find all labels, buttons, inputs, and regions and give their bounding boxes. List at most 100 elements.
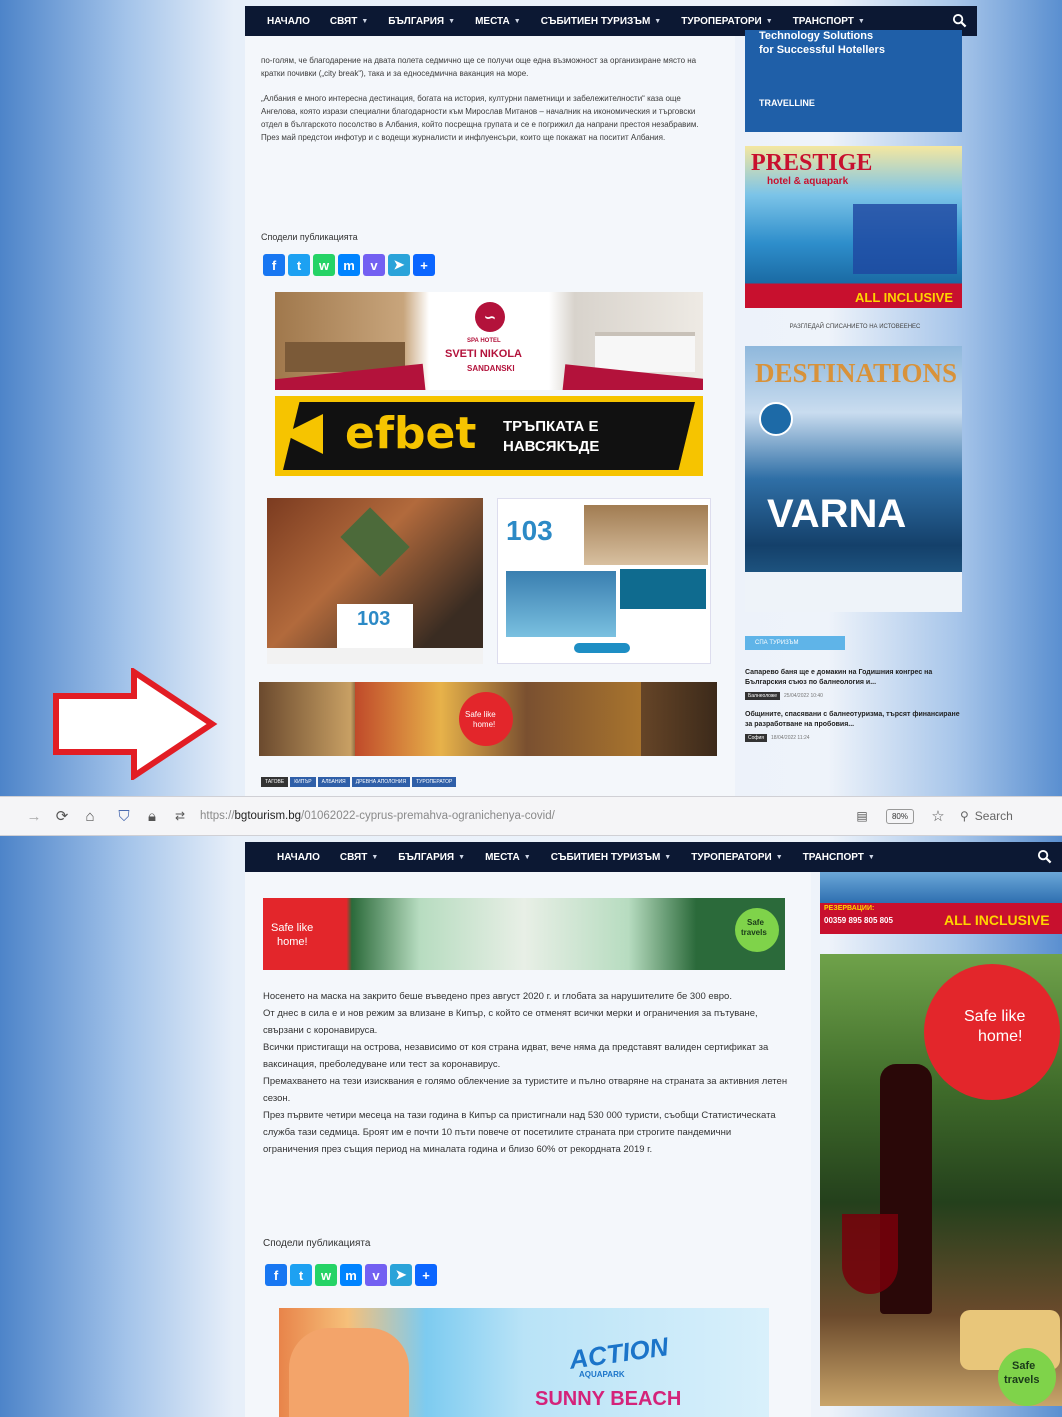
ad-text: Safe (747, 918, 764, 927)
telegram-icon[interactable]: ➤ (388, 254, 410, 276)
tag-link[interactable]: ТУРОПЕРАТОР (412, 777, 457, 787)
sveti-nikola-logo: ∽ (475, 302, 505, 332)
article-content: Safe like home! Safe travels Носенето на… (245, 872, 811, 1417)
news-title[interactable]: Общините, спасявани с балнеотуризма, тър… (745, 710, 960, 730)
messenger-icon[interactable]: m (340, 1264, 362, 1286)
add-more-icon[interactable]: + (415, 1264, 437, 1286)
search-box[interactable]: ⚲ Search (952, 803, 1062, 829)
main-navigation: НАЧАЛО СВЯТ ▼ БЪЛГАРИЯ ▼ МЕСТА ▼ СЪБИТИЕН ТУРИЗ… (245, 842, 1062, 872)
hotel-103-logo: 103 (506, 515, 553, 546)
shield-icon[interactable]: ⛉ (110, 802, 138, 830)
add-more-icon[interactable]: + (413, 254, 435, 276)
bookmark-star-icon[interactable]: ☆ (924, 802, 952, 830)
efbet-logo: efbet (345, 408, 477, 459)
nav-item[interactable]: БЪЛГАРИЯ ▼ (398, 852, 465, 863)
chevron-down-icon: ▼ (523, 853, 531, 861)
news-item[interactable]: Сапарево баня ще е домакин на Годишния к… (745, 668, 960, 700)
nav-item-label: БЪЛГАРИЯ (388, 15, 445, 27)
sveti-nikola-hotel-ad[interactable]: ∽ SPA HOTEL SVETI NIKOLA SANDANSKI (275, 292, 703, 390)
news-item[interactable]: Общините, спасявани с балнеотуризма, тър… (745, 710, 960, 742)
chevron-down-icon: ▼ (361, 17, 369, 25)
ad-text: SANDANSKI (467, 364, 515, 373)
article-paragraph: „Албания е много интересна дестинация, б… (261, 94, 699, 142)
safe-like-home-ad[interactable]: Safe like home! (259, 682, 717, 756)
destinations-magazine-cover[interactable]: DESTINATIONS VARNA (745, 346, 962, 612)
tag-link[interactable]: КИПЪР (290, 777, 316, 787)
safe-like-home-tall-ad[interactable]: Safe like home! Safe travels (820, 954, 1062, 1406)
twitter-icon[interactable]: t (288, 254, 310, 276)
messenger-icon[interactable]: m (338, 254, 360, 276)
nav-item[interactable]: БЪЛГАРИЯ ▼ (388, 16, 455, 27)
nav-item[interactable]: НАЧАЛО (267, 16, 310, 27)
nav-item[interactable]: СЪБИТИЕН ТУРИЗЪМ ▼ (541, 16, 662, 27)
home-icon[interactable]: ⌂ (76, 802, 104, 830)
hotel-103-ad-right[interactable]: 103 (497, 498, 711, 664)
news-title[interactable]: Сапарево баня ще е домакин на Годишния к… (745, 668, 960, 688)
whatsapp-icon[interactable]: w (313, 254, 335, 276)
twitter-icon[interactable]: t (290, 1264, 312, 1286)
ad-text: home! (277, 936, 308, 948)
chevron-down-icon: ▼ (371, 853, 379, 861)
chevron-down-icon: ▼ (857, 17, 865, 25)
nav-item[interactable]: ТРАНСПОРТ ▼ (803, 852, 875, 863)
permissions-icon[interactable]: ⇄ (166, 802, 194, 830)
search-icon: ⚲ (960, 809, 969, 823)
nav-item-label: СВЯТ (329, 15, 358, 27)
viber-icon[interactable]: v (363, 254, 385, 276)
nav-item-label: МЕСТА (475, 15, 510, 27)
nav-item[interactable]: ТРАНСПОРТ ▼ (793, 16, 865, 27)
news-category-badge[interactable]: София (745, 734, 768, 742)
nav-item[interactable]: ТУРОПЕРАТОРИ ▼ (681, 16, 772, 27)
travelline-ad[interactable]: Technology Solutions for Successful Hote… (745, 30, 962, 132)
tag-link[interactable]: ДРЕВНА АПОЛОНИЯ (351, 777, 411, 787)
ad-text: Safe (1012, 1360, 1036, 1372)
ad-text: AQUAPARK (579, 1370, 625, 1379)
prestige-reservations-ad[interactable]: РЕЗЕРВАЦИИ: 00359 895 805 805 ALL INCLUS… (820, 872, 1062, 934)
nav-item[interactable]: МЕСТА ▼ (485, 852, 531, 863)
ad-text: Safe like (271, 922, 314, 934)
nav-item[interactable]: ТУРОПЕРАТОРИ ▼ (691, 852, 782, 863)
article-paragraph: Всички пристигащи на острова, независимо… (263, 1042, 769, 1070)
viber-icon[interactable]: v (365, 1264, 387, 1286)
ad-text: 00359 895 805 805 (824, 916, 893, 925)
action-aquapark-ad[interactable]: ACTION AQUAPARK SUNNY BEACH (279, 1308, 769, 1417)
ad-text: PRESTIGE (751, 150, 873, 176)
chevron-down-icon: ▼ (775, 853, 783, 861)
telegram-icon[interactable]: ➤ (390, 1264, 412, 1286)
news-category-badge[interactable]: Балнеоложе (745, 692, 781, 700)
lock-icon[interactable]: 🔒︎ (138, 802, 166, 830)
red-arrow-pointer (53, 668, 218, 780)
facebook-icon[interactable]: f (265, 1264, 287, 1286)
chevron-down-icon: ▼ (654, 17, 662, 25)
efbet-ad[interactable]: efbet ТРЪПКАТА Е НАВСЯКЪДЕ (275, 396, 703, 476)
nav-item-label: ТРАНСПОРТ (792, 15, 854, 27)
ad-text: SUNNY BEACH (535, 1388, 682, 1410)
article-body: Носенето на маска на закрито беше въведе… (263, 988, 789, 1158)
nav-item[interactable]: СЪБИТИЕН ТУРИЗЪМ ▼ (551, 852, 672, 863)
share-label: Сподели публикацията (263, 1238, 371, 1249)
travelline-logo: TRAVELLINE (759, 98, 815, 108)
browser-toolbar: → ⟳ ⌂ ⛉ 🔒︎ ⇄ https://bgtourism.bg/010620… (0, 796, 1062, 836)
hotel-103-ad-left[interactable]: 103 (267, 498, 483, 664)
safe-travels-banner-ad[interactable]: Safe like home! Safe travels (263, 898, 785, 970)
ad-text: home! (473, 720, 496, 729)
search-icon[interactable] (952, 13, 967, 28)
nav-item[interactable]: СВЯТ ▼ (330, 16, 368, 27)
nav-item[interactable]: НАЧАЛО (277, 852, 320, 863)
forward-icon[interactable]: → (20, 802, 48, 830)
prestige-hotel-ad[interactable]: PRESTIGE hotel & aquapark ALL INCLUSIVE (745, 146, 962, 308)
zoom-level[interactable]: 80% (885, 808, 914, 824)
nav-item-label: ТУРОПЕРАТОРИ (691, 851, 772, 863)
facebook-icon[interactable]: f (263, 254, 285, 276)
tag-link[interactable]: АЛБАНИЯ (317, 777, 350, 787)
nav-item[interactable]: МЕСТА ▼ (475, 16, 521, 27)
nav-item[interactable]: СВЯТ ▼ (340, 852, 378, 863)
url-bar[interactable]: https://bgtourism.bg/01062022-cyprus-pre… (200, 810, 555, 822)
reader-view-icon[interactable]: ▤ (848, 802, 876, 830)
reload-icon[interactable]: ⟳ (48, 802, 76, 830)
search-icon[interactable] (1037, 849, 1052, 864)
share-label: Сподели публикацията (261, 232, 358, 242)
chevron-down-icon: ▼ (513, 17, 521, 25)
url-domain: bgtourism.bg (234, 810, 302, 822)
whatsapp-icon[interactable]: w (315, 1264, 337, 1286)
